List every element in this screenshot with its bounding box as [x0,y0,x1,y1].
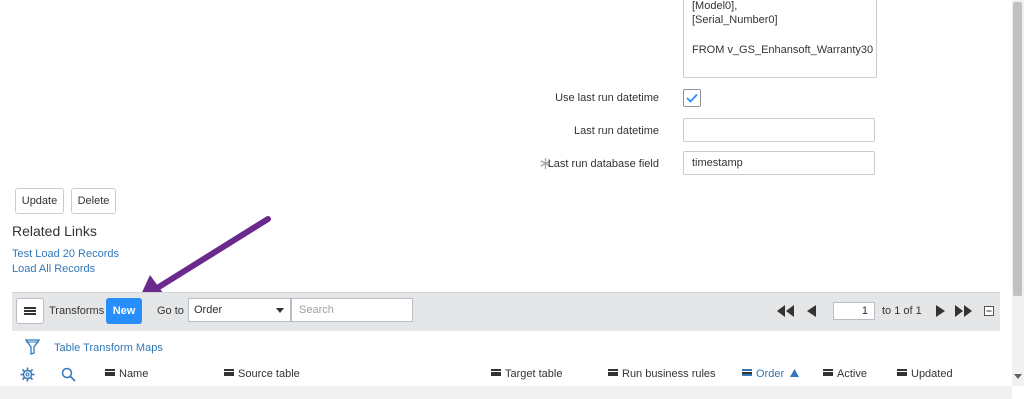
scrollbar-thumb[interactable] [1013,2,1022,296]
column-menu-icon [897,369,907,376]
column-header-updated[interactable]: Updated [897,368,953,380]
column-menu-icon [105,369,115,376]
breadcrumb[interactable]: Table Transform Maps [54,342,163,354]
last-run-label: Last run datetime [574,125,659,137]
filter-icon[interactable] [25,339,40,355]
column-menu-icon [491,369,501,376]
goto-select[interactable]: Order [188,298,291,322]
sql-line: [Model0], [692,0,738,12]
last-run-db-field-label: Last run database field [547,158,659,170]
sql-textarea[interactable]: [Model0], [Serial_Number0] FROM v_GS_Enh… [683,0,877,78]
hamburger-icon [24,307,36,315]
page-number-input[interactable]: 1 [833,302,875,320]
next-page-icon[interactable] [935,305,945,317]
list-title: Transforms [49,305,105,317]
gear-icon[interactable] [20,367,35,382]
vertical-scrollbar[interactable] [1012,0,1024,386]
page-of-label: to 1 of 1 [882,305,922,317]
delete-button[interactable]: Delete [71,188,116,214]
test-load-link[interactable]: Test Load 20 Records [12,248,119,260]
load-all-link[interactable]: Load All Records [12,263,95,275]
sort-ascending-icon [790,369,800,377]
column-header-name[interactable]: Name [105,368,148,380]
list-menu-button[interactable] [16,298,44,324]
goto-select-value: Order [194,304,223,316]
column-menu-icon [608,369,618,376]
scroll-down-icon[interactable] [1014,374,1022,380]
sql-line: [Serial_Number0] [692,14,778,26]
related-links-title: Related Links [12,223,97,239]
new-button[interactable]: New [106,298,142,324]
last-run-db-field[interactable]: timestamp [683,151,875,175]
last-run-field[interactable] [683,118,875,142]
first-page-icon[interactable] [777,305,795,317]
search-icon[interactable] [61,367,76,382]
column-header-order[interactable]: Order [742,368,800,380]
last-page-icon[interactable] [955,305,973,317]
prev-page-icon[interactable] [807,305,817,317]
checkmark-icon [686,93,698,103]
column-menu-icon [742,369,752,376]
column-menu-icon [823,369,833,376]
update-button[interactable]: Update [15,188,64,214]
collapse-icon[interactable] [984,306,994,316]
chevron-down-icon [276,308,284,313]
column-menu-icon [224,369,234,376]
horizontal-scrollbar[interactable] [0,386,1012,399]
column-header-run-business-rules[interactable]: Run business rules [608,368,716,380]
column-header-source-table[interactable]: Source table [224,368,300,380]
search-input[interactable]: Search [291,298,413,322]
sql-line: FROM v_GS_Enhansoft_Warranty30 [692,44,874,56]
use-last-run-checkbox[interactable] [683,89,701,107]
column-header-target-table[interactable]: Target table [491,368,562,380]
column-header-active[interactable]: Active [823,368,867,380]
use-last-run-label: Use last run datetime [555,92,659,104]
goto-label: Go to [157,305,184,317]
